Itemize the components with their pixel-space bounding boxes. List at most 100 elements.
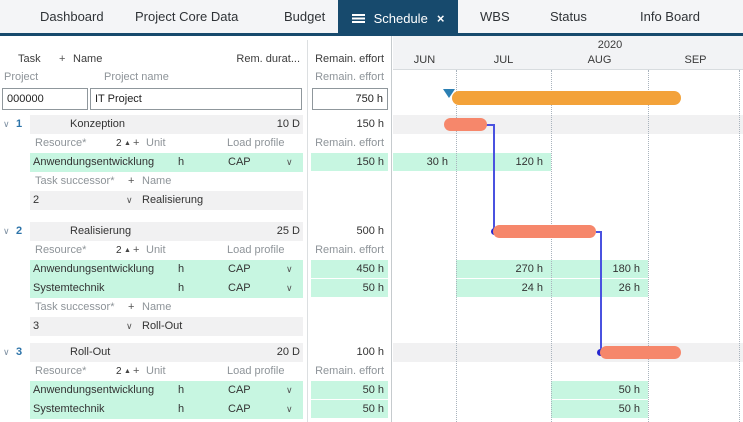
project-effort-input[interactable]: [312, 88, 388, 110]
task-effort: 100 h: [311, 343, 384, 362]
resource-unit: h: [178, 260, 184, 279]
successor-name: Realisierung: [142, 191, 203, 210]
add-successor-icon[interactable]: +: [128, 172, 134, 191]
resource-col-header: Resource*: [35, 241, 86, 260]
task-number: 2: [16, 222, 22, 241]
load-profile-col-header: Load profile: [227, 241, 285, 260]
task-effort: 150 h: [311, 115, 384, 134]
project-header-label: Project: [4, 68, 38, 87]
resource-name: Anwendungsentwicklung: [33, 260, 154, 279]
load-profile-value: CAP: [228, 381, 251, 400]
col-header-name[interactable]: Name: [73, 50, 102, 69]
resource-effort: 50 h: [311, 381, 384, 400]
col-header-rem-duration[interactable]: Rem. durat...: [230, 50, 300, 69]
tab-budget[interactable]: Budget: [284, 0, 325, 33]
load-profile-col-header: Load profile: [227, 134, 285, 153]
resource-name: Anwendungsentwicklung: [33, 153, 154, 172]
resource-unit: h: [178, 381, 184, 400]
dependency-connector: [600, 231, 602, 350]
project-start-milestone-icon[interactable]: [443, 89, 455, 98]
close-icon[interactable]: ×: [437, 12, 445, 25]
expand-chevron-icon[interactable]: ∨: [3, 222, 15, 241]
task-number: 1: [16, 115, 22, 134]
gantt-bar-realisierung[interactable]: [493, 225, 596, 238]
monthly-effort-cell: 50 h: [551, 381, 648, 399]
table-chart-splitter[interactable]: [391, 36, 392, 422]
load-profile-value: CAP: [228, 400, 251, 419]
monthly-effort-cell: 120 h: [456, 153, 551, 171]
add-resource-icon[interactable]: +: [133, 362, 139, 381]
tab-dashboard[interactable]: Dashboard: [40, 0, 104, 33]
sort-count[interactable]: 2: [116, 134, 122, 153]
gantt-bar-roll-out[interactable]: [600, 346, 681, 359]
load-profile-dropdown-icon[interactable]: ∨: [286, 153, 293, 172]
task-duration: 10 D: [230, 115, 300, 134]
resource-effort: 50 h: [311, 400, 384, 419]
resource-col-header: Resource*: [35, 134, 86, 153]
month-gridline: [739, 70, 740, 422]
successor-dropdown-icon[interactable]: ∨: [126, 191, 133, 210]
menu-icon[interactable]: [352, 14, 365, 23]
task-name: Roll-Out: [70, 343, 110, 362]
resource-effort: 450 h: [311, 260, 384, 279]
sort-count[interactable]: 2: [116, 241, 122, 260]
sort-asc-icon[interactable]: ▲: [124, 134, 131, 153]
tab-info-board[interactable]: Info Board: [640, 0, 700, 33]
task-name: Konzeption: [70, 115, 125, 134]
expand-chevron-icon[interactable]: ∨: [3, 115, 15, 134]
add-task-icon[interactable]: +: [59, 50, 65, 69]
tab-wbs[interactable]: WBS: [480, 0, 510, 33]
project-id-input[interactable]: [2, 88, 88, 110]
resource-effort: 150 h: [311, 153, 384, 172]
sort-count[interactable]: 2: [116, 362, 122, 381]
tab-project-core-data[interactable]: Project Core Data: [135, 0, 238, 33]
task-effort: 500 h: [311, 222, 384, 241]
load-profile-dropdown-icon[interactable]: ∨: [286, 381, 293, 400]
monthly-effort-cell: 50 h: [551, 400, 648, 418]
unit-col-header: Unit: [146, 362, 166, 381]
tab-status[interactable]: Status: [550, 0, 587, 33]
task-duration: 20 D: [230, 343, 300, 362]
column-divider[interactable]: [307, 40, 308, 422]
month-label-jul: JUL: [456, 53, 551, 67]
load-profile-value: CAP: [228, 153, 251, 172]
load-profile-value: CAP: [228, 260, 251, 279]
load-profile-col-header: Load profile: [227, 362, 285, 381]
gantt-bar-konzeption[interactable]: [444, 118, 487, 131]
add-resource-icon[interactable]: +: [133, 134, 139, 153]
successor-number: 3: [33, 317, 39, 336]
load-profile-dropdown-icon[interactable]: ∨: [286, 260, 293, 279]
month-gridline: [648, 70, 649, 422]
successor-name-col-header: Name: [142, 298, 171, 317]
sort-asc-icon[interactable]: ▲: [124, 241, 131, 260]
resource-name: Anwendungsentwicklung: [33, 381, 154, 400]
month-label-jun: JUN: [393, 53, 456, 67]
unit-col-header: Unit: [146, 134, 166, 153]
load-profile-dropdown-icon[interactable]: ∨: [286, 279, 293, 298]
month-label-aug: AUG: [551, 53, 648, 67]
add-successor-icon[interactable]: +: [128, 298, 134, 317]
tab-schedule[interactable]: Schedule ×: [338, 0, 458, 36]
successor-col-header: Task successor*: [35, 172, 114, 191]
resource-name: Systemtechnik: [33, 400, 105, 419]
month-label-sep: SEP: [648, 53, 743, 67]
expand-chevron-icon[interactable]: ∨: [3, 343, 15, 362]
monthly-effort-cell: 30 h: [393, 153, 456, 171]
resource-col-header: Resource*: [35, 362, 86, 381]
resource-name: Systemtechnik: [33, 279, 105, 298]
project-name-header-label: Project name: [104, 68, 169, 87]
col-header-remain-effort[interactable]: Remain. effort: [311, 50, 384, 69]
successor-dropdown-icon[interactable]: ∨: [126, 317, 133, 336]
dependency-connector: [493, 124, 495, 232]
sort-asc-icon[interactable]: ▲: [124, 362, 131, 381]
monthly-effort-cell: 270 h: [456, 260, 551, 278]
project-name-input[interactable]: [90, 88, 302, 110]
gantt-bar-it-project[interactable]: [452, 91, 681, 105]
add-resource-icon[interactable]: +: [133, 241, 139, 260]
project-schedule-app: Dashboard Project Core Data Budget Sched…: [0, 0, 743, 422]
successor-col-header: Task successor*: [35, 298, 114, 317]
load-profile-dropdown-icon[interactable]: ∨: [286, 400, 293, 419]
task-row-chart-band: [393, 343, 743, 362]
col-header-task[interactable]: Task: [18, 50, 41, 69]
resource-effort: 50 h: [311, 279, 384, 298]
